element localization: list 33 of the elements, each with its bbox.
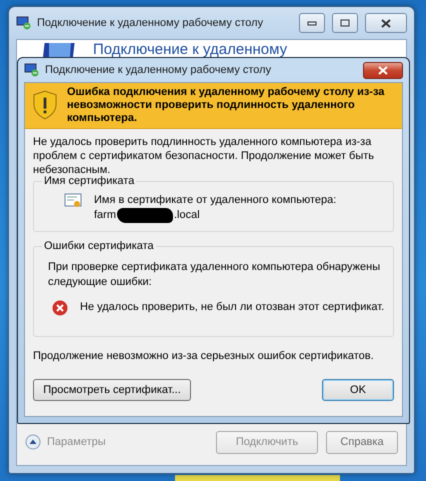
close-button[interactable]: [363, 62, 403, 78]
maximize-icon: [340, 19, 350, 27]
ok-button[interactable]: OK: [322, 379, 394, 401]
monitor-icon: [41, 43, 77, 57]
group-heading: Ошибки сертификата: [42, 240, 156, 252]
remote-desktop-icon: [16, 16, 32, 30]
footer-text: Продолжение невозможно из-за серьезных ошибок сертификатов.: [33, 349, 375, 363]
minimize-button[interactable]: [299, 13, 325, 33]
help-button[interactable]: Справка: [326, 430, 398, 454]
dialog-title: Подключение к удаленному рабочему столу: [45, 64, 272, 76]
options-link[interactable]: Параметры: [47, 436, 106, 448]
close-icon: [381, 18, 391, 28]
certificate-label: Имя в сертификате от удаленного компьютера:: [94, 193, 336, 208]
group-heading: Имя сертификата: [42, 175, 136, 187]
error-message: Не удалось проверить, не был ли отозван этот сертификат.: [80, 300, 384, 315]
view-certificate-button[interactable]: Просмотреть сертификат...: [33, 379, 191, 401]
header-title: Подключение к удаленному: [93, 41, 288, 58]
close-button[interactable]: [365, 13, 407, 33]
certificate-name: farm: [94, 208, 116, 223]
intro-text: Не удалось проверить подлинность удаленного компьютера из-за проблем с сертификатом безопасности. Продолжение может быть небезопасным.: [33, 135, 376, 176]
errors-description: При проверке сертификата удаленного компьютера обнаружены следующие ошибки:: [48, 260, 382, 290]
remote-desktop-icon: [24, 63, 40, 77]
banner-message: Ошибка подключения к удаленному рабочему столу из-за невозможности проверить подлинность удаленного компьютера.: [67, 86, 386, 125]
window-title: Подключение к удаленному рабочему столу: [37, 17, 264, 29]
minimize-icon: [307, 20, 317, 26]
certificate-icon: [64, 193, 82, 209]
warning-shield-icon: [33, 89, 57, 121]
error-icon: [52, 300, 68, 316]
close-icon: [378, 66, 388, 74]
redaction-mark: [117, 208, 173, 223]
certificate-domain: .local: [174, 208, 200, 223]
maximize-button[interactable]: [332, 13, 358, 33]
expand-icon[interactable]: [25, 434, 41, 450]
